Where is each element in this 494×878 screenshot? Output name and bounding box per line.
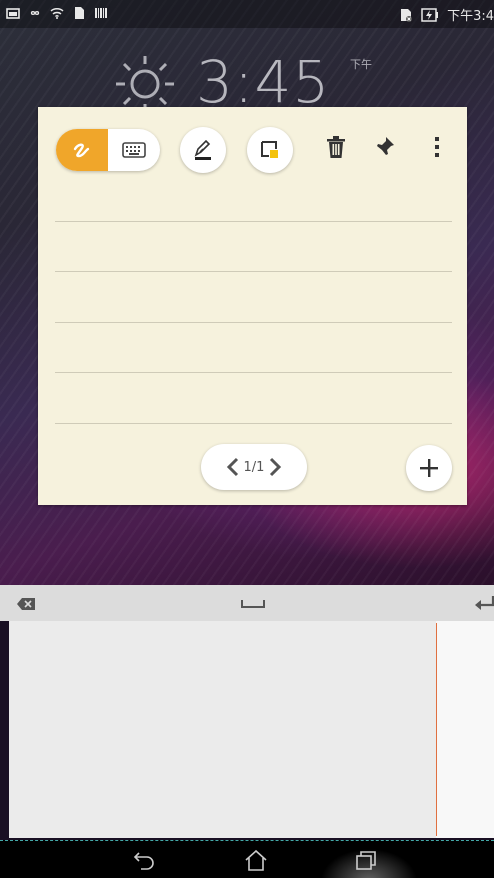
note-rule-line	[55, 322, 452, 323]
quick-memo-panel: 1/1	[38, 107, 467, 505]
note-rule-line	[55, 372, 452, 373]
handwriting-canvas[interactable]	[9, 621, 494, 838]
note-color-icon	[261, 141, 278, 158]
back-icon[interactable]	[133, 849, 157, 871]
lockscreen-clock: 3:45	[196, 48, 331, 116]
handwriting-icon	[73, 143, 90, 158]
note-color-button[interactable]	[247, 127, 293, 173]
lockscreen-ampm: 下午	[350, 58, 372, 71]
input-mode-toggle	[56, 129, 160, 171]
wifi-icon	[50, 8, 64, 19]
more-vert-icon	[435, 137, 439, 157]
add-page-button[interactable]	[406, 445, 452, 491]
delete-button[interactable]	[319, 130, 353, 164]
picture-icon	[6, 8, 20, 19]
status-time: 下午3:4	[447, 9, 494, 24]
page-indicator: 1/1	[243, 459, 265, 475]
keyboard-mode-button[interactable]	[108, 129, 160, 171]
trash-icon	[327, 136, 345, 158]
note-rule-line	[55, 271, 452, 272]
status-bar: 下午3:4	[0, 0, 494, 28]
keyboard-icon	[122, 142, 146, 158]
page-navigator: 1/1	[201, 444, 307, 490]
infinity-icon	[30, 11, 40, 15]
note-rule-line	[55, 221, 452, 222]
handwriting-canvas-next[interactable]	[436, 621, 494, 838]
navigation-bar	[0, 840, 494, 878]
sim-icon	[401, 8, 413, 22]
sun-icon	[116, 56, 174, 112]
sd-card-icon	[75, 7, 84, 19]
handwriting-input-toolbar	[0, 585, 494, 621]
prev-page-icon[interactable]	[226, 457, 240, 477]
note-rule-line	[55, 423, 452, 424]
next-page-icon[interactable]	[268, 457, 282, 477]
barcode-icon	[95, 8, 107, 18]
backspace-icon[interactable]	[17, 598, 35, 610]
enter-icon[interactable]	[474, 595, 494, 611]
canvas-divider	[436, 623, 437, 836]
pen-settings-icon	[194, 139, 211, 160]
status-icons-left	[6, 6, 108, 20]
handwriting-mode-button[interactable]	[56, 129, 108, 171]
plus-icon	[420, 459, 438, 477]
status-icons-right: 下午3:4	[399, 5, 494, 24]
pin-button[interactable]	[368, 130, 402, 164]
battery-charging-icon	[421, 7, 439, 22]
pin-icon	[376, 137, 394, 156]
space-icon[interactable]	[241, 599, 265, 609]
recents-icon[interactable]	[354, 849, 378, 871]
home-icon[interactable]	[244, 849, 268, 871]
pen-settings-button[interactable]	[180, 127, 226, 173]
more-options-button[interactable]	[420, 130, 454, 164]
